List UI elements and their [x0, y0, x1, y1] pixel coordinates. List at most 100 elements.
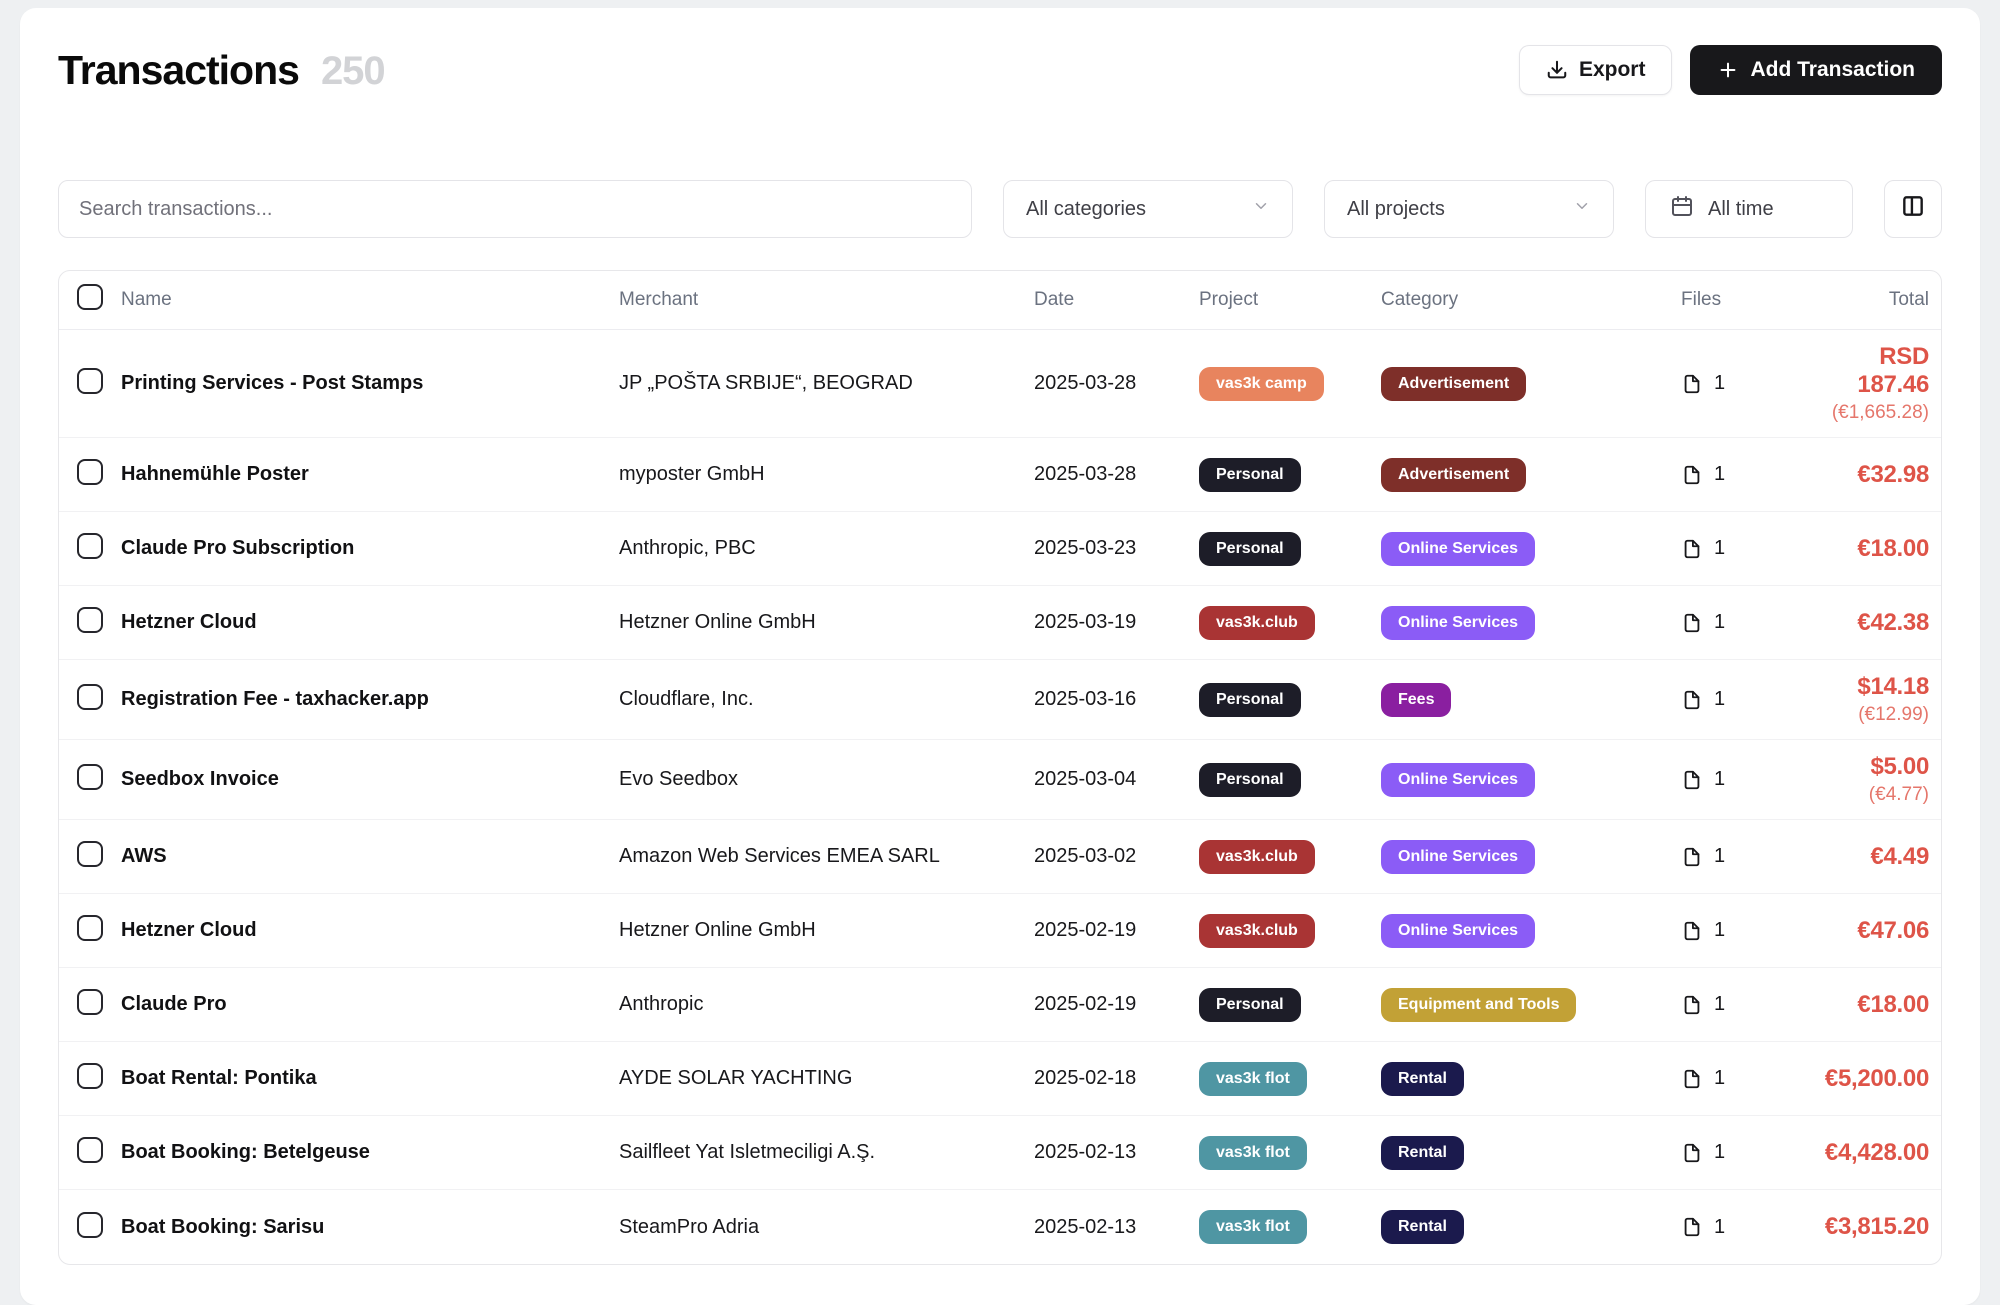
transaction-merchant: Anthropic	[619, 993, 1034, 1016]
column-header-name[interactable]: Name	[121, 289, 619, 311]
row-checkbox[interactable]	[77, 684, 103, 710]
row-checkbox[interactable]	[77, 989, 103, 1015]
file-count: 1	[1714, 845, 1725, 868]
file-icon	[1681, 769, 1703, 791]
table-row[interactable]: Hetzner Cloud Hetzner Online GmbH 2025-0…	[59, 894, 1941, 968]
category-badge[interactable]: Rental	[1381, 1210, 1464, 1244]
row-checkbox[interactable]	[77, 1212, 103, 1238]
export-button[interactable]: Export	[1519, 45, 1673, 95]
file-icon	[1681, 1068, 1703, 1090]
date-range-filter[interactable]: All time	[1645, 180, 1853, 238]
column-header-category[interactable]: Category	[1381, 289, 1643, 311]
file-icon	[1681, 1142, 1703, 1164]
page-header: Transactions 250 Export Add Transaction	[58, 44, 1942, 96]
column-header-project[interactable]: Project	[1199, 289, 1381, 311]
table-row[interactable]: Printing Services - Post Stamps JP „POŠT…	[59, 330, 1941, 438]
columns-toggle-button[interactable]	[1884, 180, 1942, 238]
project-badge[interactable]: Personal	[1199, 988, 1301, 1022]
project-badge[interactable]: vas3k flot	[1199, 1062, 1307, 1096]
row-checkbox[interactable]	[77, 368, 103, 394]
column-header-merchant[interactable]: Merchant	[619, 289, 1034, 311]
row-checkbox[interactable]	[77, 1063, 103, 1089]
project-badge[interactable]: vas3k.club	[1199, 606, 1315, 640]
transaction-merchant: Hetzner Online GmbH	[619, 611, 1034, 634]
project-badge[interactable]: Personal	[1199, 763, 1301, 797]
category-badge[interactable]: Advertisement	[1381, 458, 1526, 492]
column-header-total[interactable]: Total	[1821, 289, 1941, 311]
files-cell: 1	[1643, 537, 1821, 560]
category-badge[interactable]: Rental	[1381, 1062, 1464, 1096]
transaction-total: $5.00	[1821, 753, 1929, 781]
table-row[interactable]: Boat Booking: Sarisu SteamPro Adria 2025…	[59, 1190, 1941, 1264]
category-badge[interactable]: Online Services	[1381, 763, 1535, 797]
transaction-name: Seedbox Invoice	[121, 768, 619, 791]
file-count: 1	[1714, 372, 1725, 395]
transaction-date: 2025-02-19	[1034, 919, 1199, 942]
table-row[interactable]: Seedbox Invoice Evo Seedbox 2025-03-04 P…	[59, 740, 1941, 820]
transaction-total: €47.06	[1821, 917, 1929, 945]
row-checkbox[interactable]	[77, 841, 103, 867]
project-badge[interactable]: vas3k.club	[1199, 840, 1315, 874]
row-checkbox[interactable]	[77, 1137, 103, 1163]
files-cell: 1	[1643, 688, 1821, 711]
category-badge[interactable]: Online Services	[1381, 606, 1535, 640]
category-badge[interactable]: Advertisement	[1381, 367, 1526, 401]
transaction-name: Claude Pro	[121, 993, 619, 1016]
table-row[interactable]: Claude Pro Anthropic 2025-02-19 Personal…	[59, 968, 1941, 1042]
file-icon	[1681, 689, 1703, 711]
transaction-date: 2025-03-16	[1034, 688, 1199, 711]
files-cell: 1	[1643, 1141, 1821, 1164]
file-count: 1	[1714, 768, 1725, 791]
transaction-total: €32.98	[1821, 461, 1929, 489]
category-badge[interactable]: Equipment and Tools	[1381, 988, 1576, 1022]
transaction-merchant: myposter GmbH	[619, 463, 1034, 486]
row-checkbox[interactable]	[77, 533, 103, 559]
column-header-date[interactable]: Date	[1034, 289, 1199, 311]
project-badge[interactable]: vas3k.club	[1199, 914, 1315, 948]
transaction-merchant: AYDE SOLAR YACHTING	[619, 1067, 1034, 1090]
files-cell: 1	[1643, 1067, 1821, 1090]
project-badge[interactable]: Personal	[1199, 532, 1301, 566]
project-badge[interactable]: Personal	[1199, 458, 1301, 492]
chevron-down-icon	[1573, 197, 1591, 221]
category-badge[interactable]: Online Services	[1381, 914, 1535, 948]
transaction-name: Claude Pro Subscription	[121, 537, 619, 560]
project-badge[interactable]: Personal	[1199, 683, 1301, 717]
table-row[interactable]: Hahnemühle Poster myposter GmbH 2025-03-…	[59, 438, 1941, 512]
category-badge[interactable]: Online Services	[1381, 532, 1535, 566]
category-badge[interactable]: Rental	[1381, 1136, 1464, 1170]
search-input[interactable]	[58, 180, 972, 238]
row-checkbox[interactable]	[77, 607, 103, 633]
files-cell: 1	[1643, 372, 1821, 395]
table-row[interactable]: Hetzner Cloud Hetzner Online GmbH 2025-0…	[59, 586, 1941, 660]
file-icon	[1681, 994, 1703, 1016]
column-header-files[interactable]: Files	[1643, 289, 1821, 311]
projects-filter[interactable]: All projects	[1324, 180, 1614, 238]
files-cell: 1	[1643, 611, 1821, 634]
select-all-checkbox[interactable]	[77, 284, 103, 310]
transaction-total: €18.00	[1821, 535, 1929, 563]
transaction-total: €4.49	[1821, 843, 1929, 871]
row-checkbox[interactable]	[77, 459, 103, 485]
transaction-date: 2025-03-04	[1034, 768, 1199, 791]
table-row[interactable]: Boat Booking: Betelgeuse Sailfleet Yat I…	[59, 1116, 1941, 1190]
transaction-name: Registration Fee - taxhacker.app	[121, 688, 619, 711]
table-row[interactable]: Boat Rental: Pontika AYDE SOLAR YACHTING…	[59, 1042, 1941, 1116]
transaction-name: Boat Booking: Sarisu	[121, 1216, 619, 1239]
project-badge[interactable]: vas3k flot	[1199, 1136, 1307, 1170]
category-badge[interactable]: Fees	[1381, 683, 1451, 717]
add-transaction-button[interactable]: Add Transaction	[1690, 45, 1942, 95]
table-row[interactable]: Registration Fee - taxhacker.app Cloudfl…	[59, 660, 1941, 740]
table-row[interactable]: AWS Amazon Web Services EMEA SARL 2025-0…	[59, 820, 1941, 894]
table-row[interactable]: Claude Pro Subscription Anthropic, PBC 2…	[59, 512, 1941, 586]
files-cell: 1	[1643, 845, 1821, 868]
project-badge[interactable]: vas3k camp	[1199, 367, 1324, 401]
transaction-date: 2025-02-13	[1034, 1141, 1199, 1164]
categories-filter[interactable]: All categories	[1003, 180, 1293, 238]
columns-icon	[1900, 193, 1926, 225]
row-checkbox[interactable]	[77, 764, 103, 790]
category-badge[interactable]: Online Services	[1381, 840, 1535, 874]
row-checkbox[interactable]	[77, 915, 103, 941]
project-badge[interactable]: vas3k flot	[1199, 1210, 1307, 1244]
files-cell: 1	[1643, 993, 1821, 1016]
